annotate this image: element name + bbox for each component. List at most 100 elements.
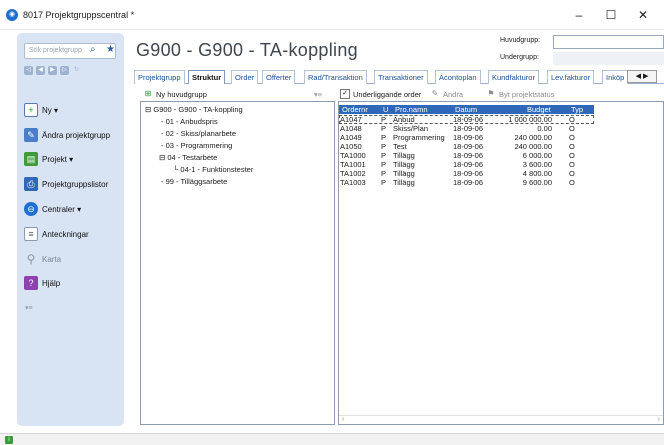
tree-root[interactable]: ⊟ G900 - G900 - TA-koppling	[145, 105, 243, 114]
tree-item[interactable]: - 99 - Tilläggsarbete	[161, 177, 227, 186]
table-cell: P	[381, 160, 387, 169]
tree-item[interactable]: └ 04-1 - Funktionstester	[173, 165, 253, 174]
table-cell: O	[569, 178, 575, 187]
tab-order[interactable]: Order	[231, 70, 259, 84]
star-icon[interactable]: ★	[106, 44, 115, 55]
table-cell: A1047	[340, 115, 362, 124]
refresh-icon[interactable]: ↻	[72, 66, 81, 75]
sidebar-settings-icon[interactable]: ▾≡	[25, 304, 33, 312]
sidebar-item-andra-projektgrupp[interactable]: ✎ Ändra projektgrupp	[24, 125, 110, 145]
close-button[interactable]: ✕	[628, 6, 658, 24]
col-datum[interactable]: Datum	[453, 105, 477, 114]
table-cell: Anbud	[393, 115, 415, 124]
first-record-button[interactable]: ◁	[24, 66, 33, 75]
sidebar-item-karta[interactable]: ⚲ Karta	[24, 249, 62, 269]
ny-huvudgrupp-button[interactable]: ⊞ Ny huvudgrupp	[143, 88, 207, 100]
title-bar: ◉ 8017 Projektgruppscentral * – ☐ ✕	[0, 0, 664, 30]
table-cell: P	[381, 151, 387, 160]
tab-transaktioner[interactable]: Transaktioner	[374, 70, 428, 84]
undergrupp-label: Undergrupp:	[500, 54, 539, 61]
table-row[interactable]: TA1001 P Tillägg 18-09-06 3 600.00 O	[339, 160, 594, 169]
horizontal-scrollbar[interactable]: ‹ ›	[339, 415, 663, 424]
tree-item-label: 02 - Skiss/planarbete	[165, 129, 237, 138]
tree-item[interactable]: - 01 - Anbudspris	[161, 117, 218, 126]
col-u[interactable]: U	[381, 105, 388, 114]
tree-item[interactable]: - 02 - Skiss/planarbete	[161, 129, 236, 138]
table-cell: Programmering	[393, 133, 445, 142]
table-cell: P	[381, 169, 387, 178]
tree-item[interactable]: - 03 - Programmering	[161, 141, 232, 150]
table-cell: P	[381, 115, 387, 124]
tab-scroll-arrows[interactable]: ◀ ▶	[627, 70, 657, 83]
table-cell: O	[569, 115, 575, 124]
tab-rad-transaktion[interactable]: Rad/Transaktion	[304, 70, 367, 84]
sidebar-item-label: Ny ▾	[42, 105, 59, 115]
edit-icon: ✎	[24, 128, 38, 142]
maximize-button[interactable]: ☐	[596, 6, 626, 24]
table-row[interactable]: TA1002 P Tillägg 18-09-06 4 800.00 O	[339, 169, 594, 178]
previous-record-button[interactable]: ◀	[36, 66, 45, 75]
tree-item-label: 99 - Tilläggsarbete	[165, 177, 228, 186]
next-record-button[interactable]: ▶	[48, 66, 57, 75]
table-cell: TA1001	[340, 160, 366, 169]
table-cell: P	[381, 178, 387, 187]
sidebar-item-label: Hjälp	[42, 278, 61, 288]
tree-item-label: 04 - Testarbete	[167, 153, 218, 162]
table-cell: 3 600.00	[522, 160, 552, 169]
table-cell: A1050	[340, 142, 362, 151]
tab-inkop[interactable]: Inköp	[602, 70, 629, 84]
scroll-left-icon[interactable]: ‹	[342, 416, 344, 423]
table-cell: TA1000	[340, 151, 366, 160]
project-icon: ▤	[24, 152, 38, 166]
tab-projektgrupp[interactable]: Projektgrupp	[134, 70, 185, 84]
col-typ[interactable]: Typ	[569, 105, 583, 114]
page-title: G900 - G900 - TA-koppling	[136, 40, 358, 60]
scroll-right-icon[interactable]: ›	[658, 416, 660, 423]
sidebar-item-centraler[interactable]: ⊖ Centraler ▾	[24, 199, 81, 219]
search-icon[interactable]: ⌕	[90, 44, 96, 55]
sidebar-item-projektgruppslistor[interactable]: ⎙ Projektgruppslistor	[24, 174, 108, 194]
tab-offerter[interactable]: Offerter	[262, 70, 296, 84]
sidebar-item-anteckningar[interactable]: ≡ Anteckningar	[24, 224, 89, 244]
tab-lev-fakturor[interactable]: Lev.fakturor	[547, 70, 595, 84]
table-cell: Tillägg	[393, 151, 415, 160]
tab-acontoplan[interactable]: Acontoplan	[435, 70, 481, 84]
col-pronamn[interactable]: Pro.namn	[393, 105, 428, 114]
edit-icon: ✎	[431, 89, 439, 98]
table-cell: P	[381, 142, 387, 151]
table-row[interactable]: A1047 P Anbud 18-09-06 1 000 000.00 O	[339, 115, 594, 124]
tree-item[interactable]: ⊟ 04 - Testarbete	[159, 153, 217, 162]
tab-kundfakturor[interactable]: Kundfakturor	[488, 70, 539, 84]
sidebar-item-projekt[interactable]: ▤ Projekt ▾	[24, 149, 73, 169]
sidebar-item-ny[interactable]: + Ny ▾	[24, 100, 58, 120]
huvudgrupp-field[interactable]	[553, 35, 664, 49]
andra-button[interactable]: ✎ Ändra	[430, 88, 463, 100]
new-document-icon: +	[24, 103, 38, 117]
table-row[interactable]: A1050 P Test 18-09-06 240 000.00 O	[339, 142, 594, 151]
col-ordernr[interactable]: Ordernr	[340, 105, 368, 114]
minimize-button[interactable]: –	[564, 6, 594, 24]
sidebar-item-label: Karta	[42, 254, 62, 264]
search-input[interactable]: Sök projektgrupp ⌕ ★	[24, 43, 116, 59]
byt-projektstatus-button[interactable]: ⚑ Byt projektstatus	[486, 88, 554, 100]
table-row[interactable]: TA1000 P Tillägg 18-09-06 6 000.00 O	[339, 151, 594, 160]
sidebar-item-hjalp[interactable]: ? Hjälp	[24, 273, 60, 293]
table-cell: 18-09-06	[453, 169, 484, 178]
tree-options-icon[interactable]: ▾≡	[314, 88, 322, 100]
checkbox-checked-icon: ✓	[340, 89, 350, 99]
undergrupp-field[interactable]	[553, 52, 664, 65]
order-grid: Ordernr U Pro.namn Datum Budget Typ A104…	[338, 101, 664, 425]
table-cell: Tillägg	[393, 169, 415, 178]
tab-struktur[interactable]: Struktur	[188, 70, 226, 84]
table-cell: 18-09-06	[453, 124, 484, 133]
table-row[interactable]: TA1003 P Tillägg 18-09-06 9 600.00 O	[339, 178, 594, 187]
status-bar: i	[0, 433, 664, 445]
col-budget[interactable]: Budget	[525, 105, 551, 114]
central-icon: ⊖	[24, 202, 38, 216]
table-row[interactable]: A1049 P Programmering 18-09-06 240 000.00 O	[339, 133, 594, 142]
table-row[interactable]: A1048 P Skiss/Plan 18-09-06 0.00 O	[339, 124, 594, 133]
underliggande-order-checkbox[interactable]: ✓ Underliggande order	[340, 88, 421, 100]
window-title: 8017 Projektgruppscentral *	[23, 10, 135, 20]
info-icon: i	[5, 436, 13, 444]
last-record-button[interactable]: ▷	[60, 66, 69, 75]
